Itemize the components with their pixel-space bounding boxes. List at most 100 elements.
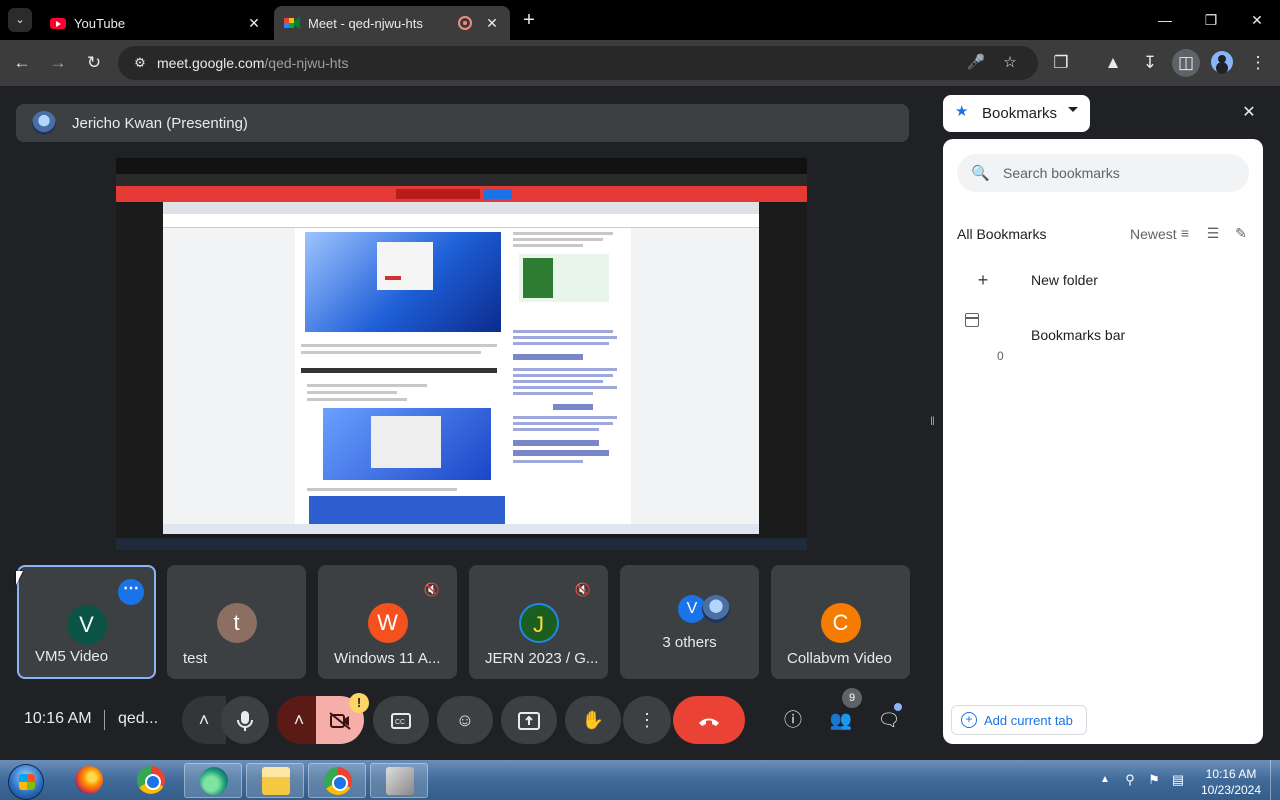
more-options-icon[interactable]: ⋯	[118, 579, 144, 605]
shared-sidebar	[513, 230, 625, 470]
shared-image-dialog	[323, 408, 491, 480]
shared-host-taskbar	[116, 538, 807, 550]
sort-dropdown[interactable]: Newest	[1130, 226, 1177, 242]
participant-tile-jern[interactable]: 🔇 J JERN 2023 / G...	[469, 565, 608, 679]
bookmarks-search[interactable]: 🔍	[957, 154, 1249, 192]
add-current-tab-label: Add current tab	[984, 713, 1073, 728]
chevron-down-icon	[1068, 107, 1078, 112]
taskbar-explorer[interactable]	[246, 763, 304, 798]
tray-expand-icon[interactable]: ▲	[1100, 774, 1110, 785]
section-title: All Bookmarks	[957, 226, 1047, 242]
participant-tile-collabvm[interactable]: C Collabvm Video	[771, 565, 910, 679]
avatar	[702, 595, 730, 623]
taskbar-firefox[interactable]	[60, 763, 118, 798]
search-icon: 🔍	[971, 165, 990, 182]
avatar: W	[367, 603, 408, 643]
meeting-time: 10:16 AM	[24, 710, 92, 727]
taskbar-edge[interactable]	[184, 763, 242, 798]
more-options-button[interactable]: ⋮	[623, 696, 671, 744]
present-screen-button[interactable]	[501, 696, 557, 744]
participant-tile-vm5-video[interactable]: ⋯ V VM5 Video	[17, 565, 156, 679]
taskbar-chrome-active[interactable]	[308, 763, 366, 798]
tab-meet[interactable]: Meet - qed-njwu-hts ✕	[274, 6, 510, 40]
extensions-icon[interactable]: ❐	[1047, 49, 1075, 77]
address-bar[interactable]: ⚙ meet.google.com/qed-njwu-hts 🎤 ☆	[118, 46, 1038, 80]
taskbar-chrome[interactable]	[122, 763, 180, 798]
download-icon[interactable]: ↧	[1136, 49, 1164, 77]
close-icon[interactable]: ✕	[484, 15, 500, 31]
emoji-button[interactable]: ☺	[437, 696, 493, 744]
profile-avatar[interactable]	[1211, 51, 1233, 73]
raise-hand-button[interactable]: ✋	[565, 696, 621, 744]
folder-icon	[262, 767, 290, 795]
tab-search-button[interactable]: ⌄	[8, 8, 32, 32]
window-close-icon[interactable]: ✕	[1242, 8, 1272, 32]
minimize-icon[interactable]: —	[1150, 8, 1180, 32]
tab-strip: ⌄ YouTube ✕ Meet - qed-njwu-hts ✕ + — ❐ …	[0, 0, 1280, 40]
search-input[interactable]	[1003, 163, 1233, 183]
shared-image-setup	[309, 496, 505, 526]
banner-text	[396, 189, 480, 199]
reload-icon[interactable]: ↻	[80, 49, 108, 77]
tab-youtube[interactable]: YouTube ✕	[40, 6, 272, 40]
microphone-button[interactable]	[221, 696, 269, 744]
star-icon[interactable]: ☆	[1000, 53, 1020, 73]
taskbar-vm[interactable]	[370, 763, 428, 798]
warning-badge[interactable]: !	[349, 693, 369, 713]
network-icon[interactable]: ▤	[1170, 772, 1186, 788]
site-info-icon[interactable]: ⚙	[132, 55, 148, 71]
bookmarks-card: 🔍 All Bookmarks Newest ≡ ☰ ✎ + New folde…	[943, 139, 1263, 744]
participant-tile-test[interactable]: t test	[167, 565, 306, 679]
taskbar-clock[interactable]: 10:16 AM 10/23/2024	[1196, 766, 1266, 798]
flag-icon[interactable]: ⚑	[1146, 772, 1162, 788]
shared-image-windows11	[305, 232, 501, 332]
sort-icon[interactable]: ≡	[1176, 224, 1194, 242]
captions-button[interactable]: CC	[373, 696, 429, 744]
meeting-code[interactable]: qed...	[118, 710, 158, 728]
restore-icon[interactable]: ❐	[1196, 8, 1226, 32]
shared-window-titlebar	[116, 158, 807, 174]
resize-handle[interactable]: ‖	[930, 414, 936, 430]
edit-icon[interactable]: ✎	[1232, 224, 1250, 242]
participant-tile-windows11[interactable]: 🔇 W Windows 11 A...	[318, 565, 457, 679]
video-options-button[interactable]: ˄	[277, 696, 321, 744]
participant-name: JERN 2023 / G...	[485, 650, 599, 667]
bookmarks-bar-label: Bookmarks bar	[1031, 327, 1126, 343]
meet-stage: Jericho Kwan (Presenting) ⋯ V VM5 Video …	[0, 86, 925, 760]
start-button[interactable]	[8, 764, 44, 800]
back-icon[interactable]: ←	[8, 49, 36, 77]
people-count-badge: 9	[842, 688, 862, 708]
list-view-icon[interactable]: ☰	[1204, 224, 1222, 242]
new-tab-button[interactable]: +	[518, 10, 540, 32]
tab-title: YouTube	[74, 15, 126, 31]
url-text[interactable]: meet.google.com/qed-njwu-hts	[157, 55, 348, 71]
close-icon[interactable]: ✕	[246, 15, 262, 31]
bookmarks-panel-selector[interactable]: ★ Bookmarks	[943, 95, 1090, 132]
add-current-tab-button[interactable]: + Add current tab	[951, 705, 1087, 735]
shared-taskbar	[163, 524, 759, 534]
forward-icon[interactable]: →	[44, 49, 72, 77]
youtube-icon	[50, 17, 66, 29]
show-desktop-button[interactable]	[1270, 760, 1280, 800]
presenter-label: Jericho Kwan (Presenting)	[72, 115, 248, 132]
participant-tile-others[interactable]: V 3 others	[620, 565, 759, 679]
side-panel-icon[interactable]: ◫	[1172, 49, 1200, 77]
avatar: t	[216, 603, 257, 643]
avatar: C	[820, 603, 861, 643]
new-folder-item[interactable]: + New folder	[957, 260, 1249, 300]
close-icon[interactable]: ✕	[1240, 104, 1258, 122]
chrome-icon	[137, 766, 165, 794]
audio-options-button[interactable]: ˄	[182, 696, 226, 744]
bookmarks-bar-item[interactable]: Bookmarks bar 0	[957, 315, 1249, 363]
search-tray-icon[interactable]: ⚲	[1122, 772, 1138, 788]
add-icon: +	[961, 712, 977, 728]
participant-name: test	[183, 650, 208, 667]
people-icon[interactable]: 👥	[827, 706, 855, 734]
leave-call-button[interactable]	[673, 696, 745, 744]
labs-icon[interactable]: ▲	[1099, 49, 1127, 77]
firefox-icon	[75, 766, 103, 794]
meeting-details-icon[interactable]: ⓘ	[779, 706, 807, 734]
microphone-icon[interactable]: 🎤	[966, 53, 986, 73]
menu-icon[interactable]: ⋮	[1244, 49, 1272, 77]
svg-text:CC: CC	[395, 719, 405, 726]
